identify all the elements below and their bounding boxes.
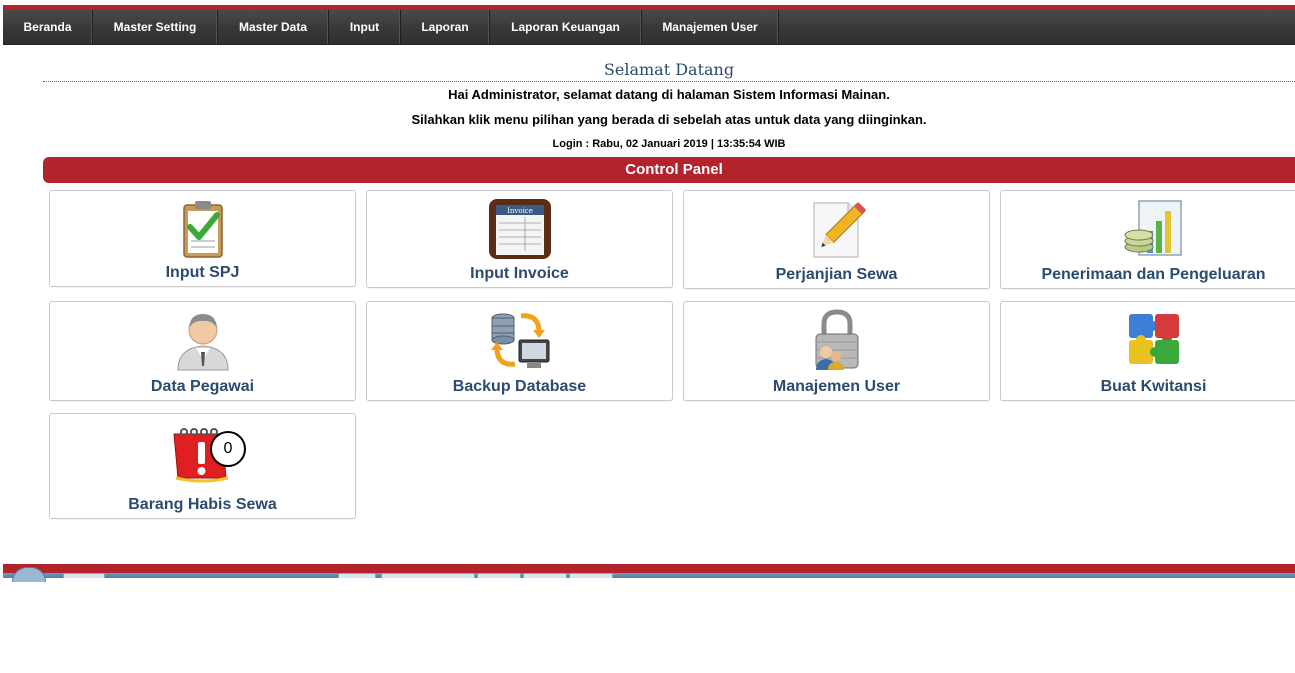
card-label: Barang Habis Sewa <box>128 496 277 513</box>
nav-item-master-setting[interactable]: Master Setting <box>93 10 218 44</box>
database-backup-icon <box>490 313 549 368</box>
taskbar-button[interactable] <box>381 573 475 578</box>
welcome-title: Selamat Datang <box>43 60 1295 82</box>
card-label: Perjanjian Sewa <box>775 266 898 283</box>
card-label: Buat Kwitansi <box>1100 378 1207 395</box>
puzzle-icon <box>1128 314 1179 364</box>
taskbar-button[interactable] <box>63 573 105 578</box>
card-label: Backup Database <box>452 378 587 395</box>
card-label: Input SPJ <box>165 264 240 281</box>
taskbar-button[interactable] <box>338 573 376 578</box>
card-manajemen-user[interactable]: Manajemen User <box>683 301 990 401</box>
notification-badge: 0 <box>210 431 246 467</box>
nav-item-laporan-keuangan[interactable]: Laporan Keuangan <box>490 10 642 44</box>
taskbar-button[interactable] <box>569 573 613 578</box>
login-timestamp: Login : Rabu, 02 Januari 2019 | 13:35:54… <box>552 138 786 150</box>
money-chart-icon <box>1124 200 1182 256</box>
card-input-invoice[interactable]: Invoice Input Invoice <box>366 190 673 288</box>
card-buat-kwitansi[interactable]: Buat Kwitansi <box>1000 301 1295 401</box>
taskbar <box>3 573 1295 578</box>
clipboard-check-icon <box>182 201 223 258</box>
control-panel-header: Control Panel <box>43 157 1295 183</box>
card-label: Manajemen User <box>772 378 901 395</box>
nav-item-master-data[interactable]: Master Data <box>218 10 329 44</box>
nav-item-manajemen-user[interactable]: Manajemen User <box>642 10 779 44</box>
card-label: Penerimaan dan Pengeluaran <box>1041 266 1266 283</box>
nav-item-input[interactable]: Input <box>329 10 401 44</box>
card-input-spj[interactable]: Input SPJ <box>49 190 356 287</box>
employee-icon <box>176 314 229 371</box>
top-navigation: Beranda Master Setting Master Data Input… <box>3 5 1295 45</box>
footer-bar <box>3 564 1295 573</box>
card-label: Data Pegawai <box>150 378 255 395</box>
padlock-user-icon <box>815 309 858 370</box>
pencil-document-icon <box>812 202 866 258</box>
invoice-icon-text: Invoice <box>507 207 533 215</box>
instruction-text: Silahkan klik menu pilihan yang berada d… <box>411 112 927 127</box>
taskbar-button[interactable] <box>477 573 521 578</box>
nav-bar: Beranda Master Setting Master Data Input… <box>3 10 1295 45</box>
card-backup-database[interactable]: Backup Database <box>366 301 673 401</box>
nav-item-laporan[interactable]: Laporan <box>401 10 490 44</box>
card-barang-habis-sewa[interactable]: 0 Barang Habis Sewa <box>49 413 356 519</box>
greeting-text: Hai Administrator, selamat datang di hal… <box>448 87 890 102</box>
card-perjanjian-sewa[interactable]: Perjanjian Sewa <box>683 190 990 289</box>
card-penerimaan-pengeluaran[interactable]: Penerimaan dan Pengeluaran <box>1000 190 1295 289</box>
card-data-pegawai[interactable]: Data Pegawai <box>49 301 356 401</box>
taskbar-button[interactable] <box>523 573 567 578</box>
card-label: Input Invoice <box>470 265 569 282</box>
invoice-icon: Invoice <box>488 199 551 259</box>
nav-item-beranda[interactable]: Beranda <box>3 10 93 44</box>
